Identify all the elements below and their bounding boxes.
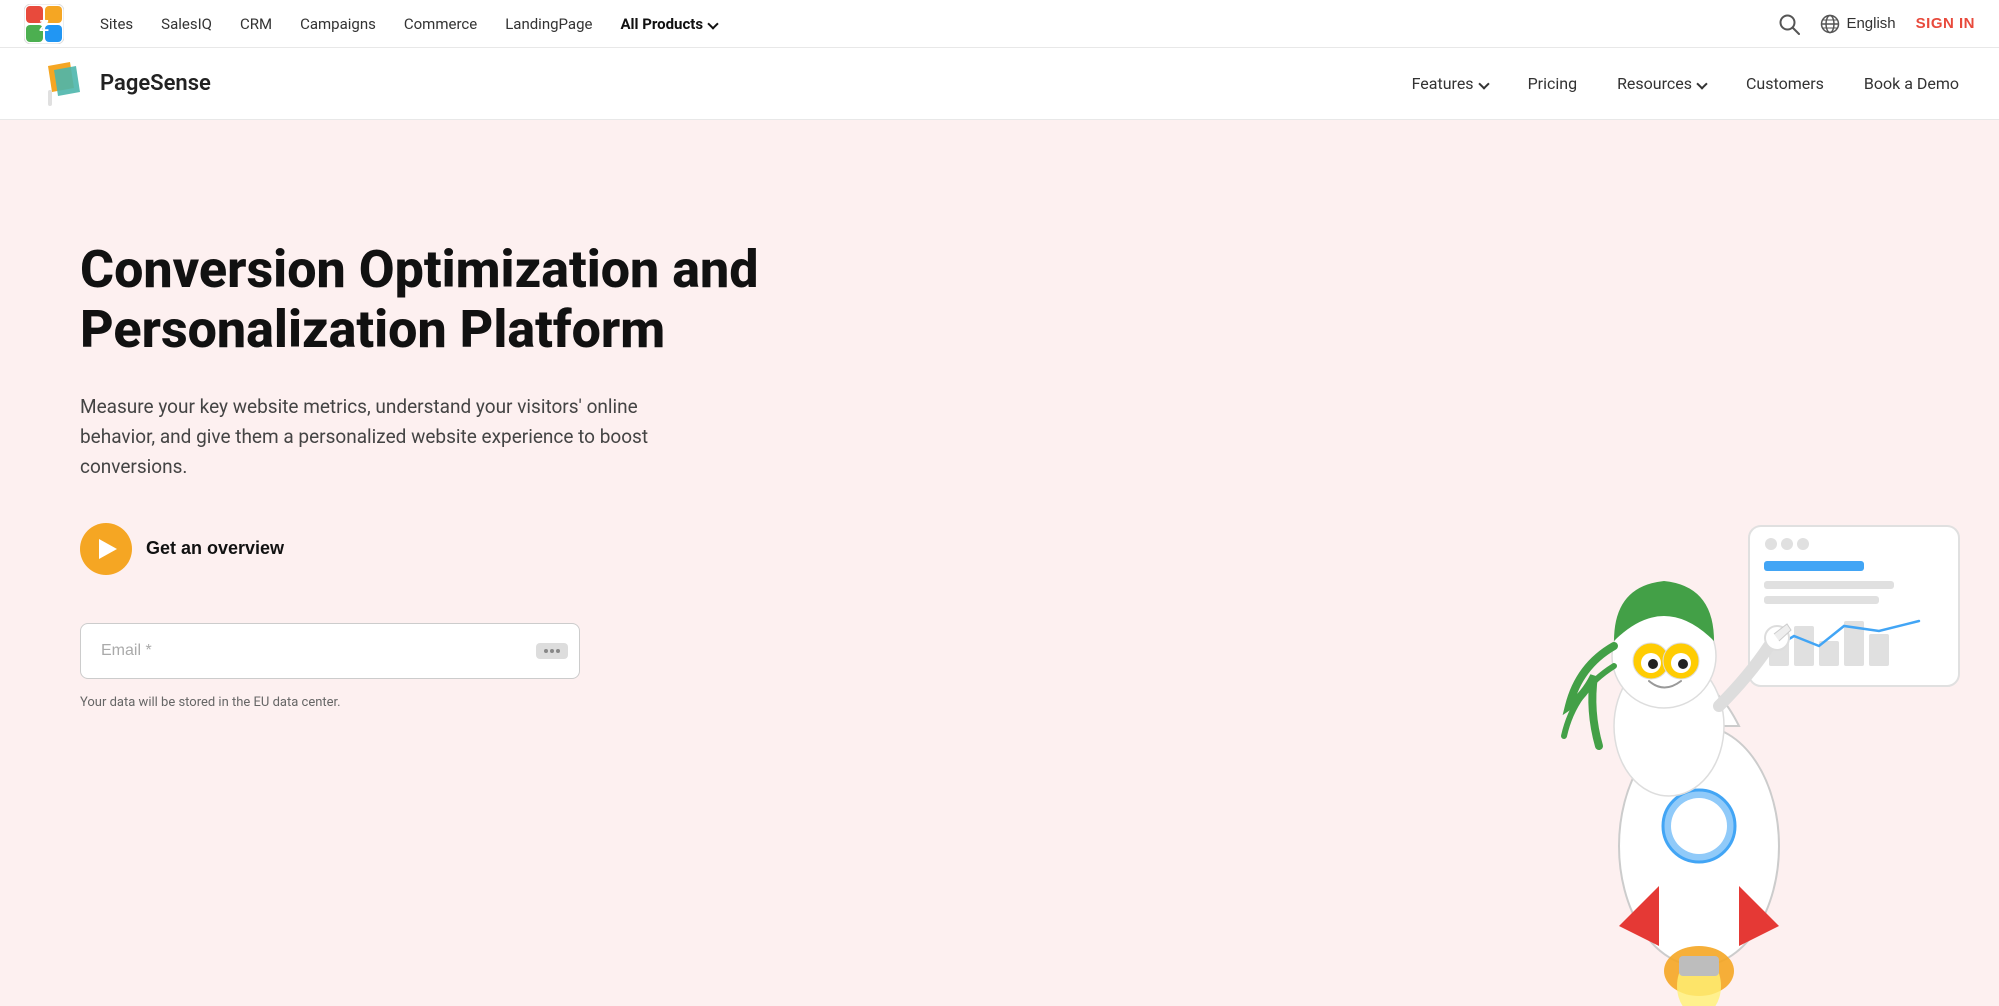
- zoho-logo-icon: Z: [24, 4, 64, 44]
- zoho-logo[interactable]: Z: [24, 4, 64, 44]
- nav-link-customers[interactable]: Customers: [1746, 74, 1824, 93]
- globe-icon: [1820, 14, 1840, 34]
- email-input-wrapper: [80, 623, 580, 679]
- search-icon: [1778, 13, 1800, 35]
- nav-link-commerce[interactable]: Commerce: [404, 15, 477, 33]
- pagesense-logo[interactable]: PageSense: [40, 60, 211, 108]
- hero-section: Conversion Optimization and Personalizat…: [0, 120, 1999, 1006]
- secondary-navigation: PageSense Features Pricing Resources Cus…: [0, 48, 1999, 120]
- eu-data-notice: Your data will be stored in the EU data …: [80, 695, 780, 710]
- secondary-nav-links: Features Pricing Resources Customers Boo…: [1412, 74, 1959, 93]
- hero-illustration: [1319, 326, 1999, 1006]
- nav-link-campaigns[interactable]: Campaigns: [300, 15, 376, 33]
- dot3: [556, 649, 560, 653]
- features-chevron-icon: [1478, 78, 1489, 89]
- get-overview-button[interactable]: Get an overview: [80, 523, 284, 575]
- play-circle: [80, 523, 132, 575]
- dot1: [544, 649, 548, 653]
- nav-link-book-demo[interactable]: Book a Demo: [1864, 74, 1959, 93]
- email-input[interactable]: [80, 623, 580, 679]
- top-nav-right: English SIGN IN: [1778, 13, 1975, 35]
- email-form: [80, 623, 780, 679]
- play-icon: [99, 539, 117, 559]
- hero-content: Conversion Optimization and Personalizat…: [80, 200, 780, 730]
- top-navigation: Z Sites SalesIQ CRM Campaigns Commerce L…: [0, 0, 1999, 48]
- nav-link-pricing[interactable]: Pricing: [1528, 74, 1578, 93]
- nav-link-features[interactable]: Features: [1412, 74, 1488, 93]
- resources-chevron-icon: [1696, 78, 1707, 89]
- pagesense-brand-name: PageSense: [100, 71, 211, 96]
- svg-text:Z: Z: [39, 18, 49, 35]
- rocket-illustration: [1319, 326, 1999, 1006]
- nav-link-all-products[interactable]: All Products: [620, 15, 717, 33]
- language-button[interactable]: English: [1820, 14, 1895, 34]
- top-nav-links: Sites SalesIQ CRM Campaigns Commerce Lan…: [100, 15, 1754, 33]
- signin-button[interactable]: SIGN IN: [1916, 15, 1975, 32]
- nav-link-resources[interactable]: Resources: [1617, 74, 1706, 93]
- nav-link-salesiq[interactable]: SalesIQ: [161, 15, 212, 33]
- nav-link-sites[interactable]: Sites: [100, 15, 133, 33]
- overview-label: Get an overview: [146, 538, 284, 559]
- nav-link-landingpage[interactable]: LandingPage: [505, 15, 592, 33]
- language-label: English: [1846, 15, 1895, 32]
- pagesense-logo-icon: [40, 60, 88, 108]
- hero-title: Conversion Optimization and Personalizat…: [80, 240, 780, 360]
- chevron-down-icon: [707, 18, 718, 29]
- hero-description: Measure your key website metrics, unders…: [80, 392, 700, 483]
- nav-link-crm[interactable]: CRM: [240, 15, 272, 33]
- email-options-button[interactable]: [536, 643, 568, 659]
- search-button[interactable]: [1778, 13, 1800, 35]
- dot2: [550, 649, 554, 653]
